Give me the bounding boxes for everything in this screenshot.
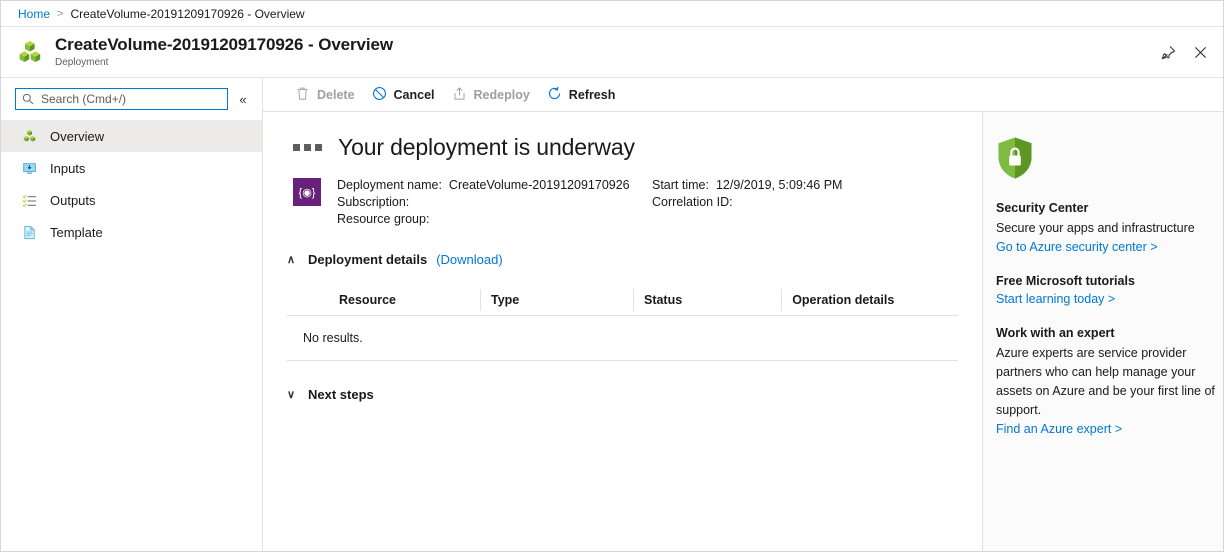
breadcrumb-current: CreateVolume-20191209170926 - Overview (70, 6, 305, 21)
pin-icon[interactable] (1153, 37, 1183, 67)
deployment-cubes-icon (15, 37, 45, 67)
redeploy-button[interactable]: Redeploy (446, 78, 541, 111)
table-header-row: Resource Type Status Operation details (287, 285, 958, 316)
download-link[interactable]: (Download) (436, 252, 502, 267)
cancel-circle-icon (372, 86, 387, 104)
nav-search-row: « (1, 88, 262, 110)
column-header-status[interactable]: Status (632, 289, 781, 311)
sidebar-item-label: Inputs (50, 160, 86, 176)
next-steps-title: Next steps (308, 387, 374, 402)
refresh-button[interactable]: Refresh (541, 78, 627, 111)
deployment-summary: {◉} Deployment name: CreateVolume-201912… (287, 177, 958, 228)
deployment-overview-content: Your deployment is underway {◉} Deployme… (263, 112, 982, 551)
close-icon[interactable] (1185, 37, 1215, 67)
blade-left-nav: « (1, 78, 263, 551)
rail-block-work-with-expert: Work with an expert Azure experts are se… (996, 326, 1223, 436)
rail-text: Secure your apps and infrastructure (996, 221, 1195, 235)
summary-field: Start time: 12/9/2019, 5:09:46 PM (652, 177, 842, 194)
cancel-button-label: Cancel (393, 87, 435, 102)
summary-field: Resource group: (337, 211, 652, 228)
deployment-name-value: CreateVolume-20191209170926 (448, 178, 630, 192)
start-time-value: 12/9/2019, 5:09:46 PM (715, 178, 843, 192)
deployment-headline: Your deployment is underway (338, 134, 635, 160)
table-empty-message: No results. (287, 316, 958, 361)
search-input[interactable] (41, 92, 221, 106)
sidebar-item-inputs[interactable]: Inputs (1, 152, 262, 184)
breadcrumb-home-link[interactable]: Home (18, 7, 50, 21)
sidebar-item-label: Template (50, 224, 103, 240)
start-time-label: Start time: (652, 178, 709, 192)
deployment-headline-row: Your deployment is underway (287, 134, 958, 161)
blade-title-bar: CreateVolume-20191209170926 - Overview D… (1, 27, 1223, 78)
sidebar-item-overview[interactable]: Overview (1, 120, 262, 152)
search-box[interactable] (15, 88, 228, 110)
sidebar-item-label: Outputs (50, 192, 96, 208)
deployment-name-label: Deployment name: (337, 178, 442, 192)
summary-left-column: Deployment name: CreateVolume-2019120917… (337, 177, 652, 228)
column-header-resource[interactable]: Resource (287, 289, 480, 311)
content-split: Your deployment is underway {◉} Deployme… (263, 112, 1223, 551)
right-rail-panel: Security Center Secure your apps and inf… (982, 112, 1223, 551)
collapse-nav-icon[interactable]: « (232, 88, 254, 110)
deployment-details-section-header[interactable]: ∧ Deployment details (Download) (287, 252, 958, 267)
delete-button[interactable]: Delete (289, 78, 366, 111)
rail-link-find-azure-expert[interactable]: Find an Azure expert > (996, 422, 1223, 436)
template-document-icon (21, 224, 37, 240)
deployment-details-table: Resource Type Status Operation details N… (287, 285, 958, 361)
command-toolbar: Delete Cancel Redeploy Refresh (263, 78, 1223, 112)
chevron-down-icon: ∨ (287, 389, 296, 401)
rail-block-security-center: Security Center Secure your apps and inf… (996, 201, 1223, 254)
rail-block-free-tutorials: Free Microsoft tutorials Start learning … (996, 274, 1223, 306)
rail-title: Work with an expert (996, 326, 1115, 340)
blade-body: « (1, 78, 1223, 551)
trash-icon (295, 86, 310, 104)
column-header-type[interactable]: Type (480, 289, 633, 311)
blade-main-column: Delete Cancel Redeploy Refresh Your depl… (263, 78, 1223, 551)
sidebar-item-template[interactable]: Template (1, 216, 262, 248)
delete-button-label: Delete (317, 87, 355, 102)
in-progress-dots-icon (293, 144, 322, 151)
azure-portal-blade: Home > CreateVolume-20191209170926 - Ove… (0, 0, 1224, 552)
blade-title-text: CreateVolume-20191209170926 - Overview D… (55, 35, 393, 68)
upload-box-icon (452, 86, 467, 104)
summary-field: Correlation ID: (652, 194, 842, 211)
security-shield-lock-icon (996, 136, 1223, 185)
column-header-operation-details[interactable]: Operation details (781, 289, 958, 311)
summary-right-column: Start time: 12/9/2019, 5:09:46 PM Correl… (652, 177, 842, 228)
blade-title-actions (1153, 27, 1215, 77)
page-subtitle: Deployment (55, 57, 109, 69)
summary-field: Subscription: (337, 194, 652, 211)
deployment-summary-fields: Deployment name: CreateVolume-2019120917… (337, 177, 842, 228)
sidebar-item-label: Overview (50, 128, 105, 144)
summary-field: Deployment name: CreateVolume-2019120917… (337, 177, 652, 194)
breadcrumb-separator-icon: > (57, 7, 64, 20)
redeploy-button-label: Redeploy (473, 87, 530, 102)
deployment-details-title: Deployment details (308, 252, 428, 267)
inputs-monitor-icon (21, 160, 37, 176)
correlation-id-label: Correlation ID: (652, 195, 733, 209)
rail-title: Free Microsoft tutorials (996, 274, 1135, 288)
next-steps-section-header[interactable]: ∨ Next steps (287, 387, 958, 402)
rail-link-azure-security-center[interactable]: Go to Azure security center > (996, 240, 1223, 254)
resource-group-label: Resource group: (337, 212, 430, 226)
nav-list: Overview Inputs Outputs Template (1, 120, 262, 248)
sidebar-item-outputs[interactable]: Outputs (1, 184, 262, 216)
arm-template-icon: {◉} (293, 178, 321, 206)
rail-text: Azure experts are service provider partn… (996, 346, 1215, 417)
subscription-label: Subscription: (337, 195, 410, 209)
refresh-circle-icon (547, 86, 562, 104)
rail-link-start-learning[interactable]: Start learning today > (996, 292, 1223, 306)
cancel-button[interactable]: Cancel (366, 78, 446, 111)
page-title: CreateVolume-20191209170926 - Overview (55, 35, 393, 55)
outputs-list-icon (21, 192, 37, 208)
breadcrumb: Home > CreateVolume-20191209170926 - Ove… (1, 1, 1223, 27)
refresh-button-label: Refresh (568, 87, 616, 102)
chevron-up-icon: ∧ (287, 254, 296, 266)
search-icon (22, 93, 34, 105)
deployment-cubes-icon (21, 128, 37, 144)
rail-title: Security Center (996, 201, 1089, 215)
